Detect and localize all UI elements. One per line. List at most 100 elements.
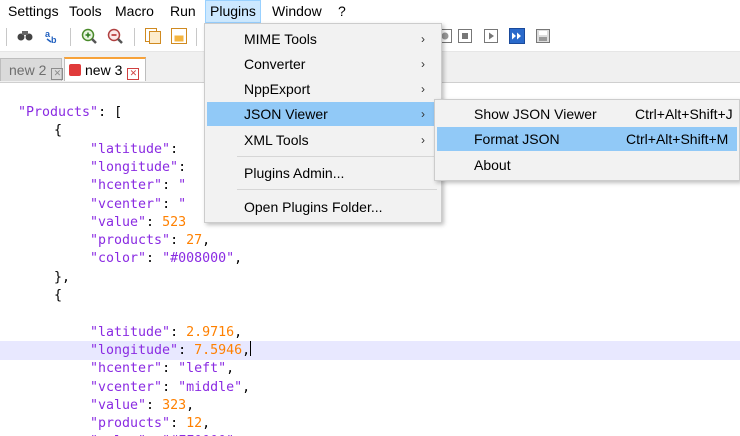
- json-key: "latitude": [90, 324, 171, 340]
- menu-item-nppexport[interactable]: NppExport ›: [207, 77, 439, 101]
- json-key: "hcenter": [90, 361, 163, 377]
- json-punctuation: ,: [186, 397, 195, 413]
- code-line[interactable]: "products": 27,: [0, 231, 740, 250]
- json-separator: :: [162, 196, 179, 212]
- close-icon[interactable]: ✕: [51, 68, 64, 80]
- menu-window[interactable]: Window: [268, 0, 326, 23]
- json-separator: :: [170, 141, 179, 157]
- json-key: "products": [90, 416, 171, 432]
- menu-item-format-json[interactable]: Format JSON Ctrl+Alt+Shift+M: [437, 127, 737, 151]
- menu-bar: Settings Tools Macro Run Plugins Window …: [0, 0, 740, 23]
- json-value: ": [178, 196, 187, 212]
- toolbar-separator: [6, 28, 7, 46]
- menu-item-converter[interactable]: Converter ›: [207, 52, 439, 76]
- json-key: "hcenter": [90, 178, 163, 194]
- json-viewer-submenu: Show JSON Viewer Ctrl+Alt+Shift+J Format…: [434, 99, 740, 181]
- sync-vertical-icon[interactable]: [144, 27, 162, 45]
- json-separator: :: [146, 397, 163, 413]
- chevron-right-icon: ›: [421, 107, 425, 121]
- menu-separator: [237, 189, 437, 190]
- menu-run[interactable]: Run: [166, 0, 200, 23]
- code-line[interactable]: "color": "#008000",: [0, 249, 740, 268]
- json-punctuation: ,: [202, 416, 211, 432]
- menu-item-json-viewer[interactable]: JSON Viewer ›: [207, 102, 439, 126]
- menu-item-show-json-viewer[interactable]: Show JSON Viewer Ctrl+Alt+Shift+J: [437, 102, 737, 126]
- tab-label: new 3: [85, 62, 123, 78]
- json-separator: :: [170, 416, 187, 432]
- json-punctuation: ,: [202, 233, 211, 249]
- menu-item-mime-tools[interactable]: MIME Tools ›: [207, 27, 439, 51]
- menu-plugins[interactable]: Plugins: [205, 0, 261, 23]
- json-separator: :: [98, 105, 115, 120]
- json-key: "color": [90, 251, 147, 267]
- menu-tools[interactable]: Tools: [65, 0, 106, 23]
- code-line[interactable]: "products": 12,: [0, 414, 740, 433]
- menu-separator: [237, 156, 437, 157]
- json-separator: :: [170, 233, 187, 249]
- code-line[interactable]: "value": 323,: [0, 396, 740, 415]
- play-macro-icon[interactable]: [482, 27, 500, 45]
- chevron-right-icon: ›: [421, 133, 425, 147]
- json-value: 2.9716: [186, 324, 235, 340]
- toolbar-separator: [134, 28, 135, 46]
- menu-help[interactable]: ?: [334, 0, 350, 23]
- menu-macro[interactable]: Macro: [111, 0, 158, 23]
- code-line[interactable]: "latitude": 2.9716,: [0, 323, 740, 342]
- code-line[interactable]: "color": "#FF0000",: [0, 432, 740, 436]
- replace-icon[interactable]: ab: [44, 27, 62, 45]
- menu-item-xml-tools[interactable]: XML Tools ›: [207, 128, 439, 152]
- json-key: "vcenter": [90, 379, 163, 395]
- sync-horizontal-icon[interactable]: [170, 27, 188, 45]
- tab-new-2[interactable]: new 2 ✕: [0, 58, 64, 81]
- json-separator: :: [162, 361, 179, 377]
- code-line[interactable]: "longitude": 7.5946,: [0, 340, 740, 360]
- close-icon[interactable]: ✕: [127, 68, 140, 80]
- json-value: 523: [162, 214, 187, 230]
- json-value: 12: [186, 416, 203, 432]
- svg-text:b: b: [51, 35, 57, 45]
- unsaved-file-icon: [69, 64, 81, 76]
- json-punctuation: ,: [242, 379, 251, 395]
- json-value: "#008000": [162, 251, 235, 267]
- text-caret: [250, 340, 252, 356]
- tab-label: new 2: [9, 62, 47, 78]
- json-key: "vcenter": [90, 196, 163, 212]
- json-key: "value": [90, 397, 147, 413]
- json-value: ": [178, 178, 187, 194]
- json-key: "longitude": [90, 159, 179, 175]
- chevron-right-icon: ›: [421, 57, 425, 71]
- zoom-out-icon[interactable]: [106, 27, 124, 45]
- json-value: 7.5946: [194, 342, 243, 358]
- code-line[interactable]: [0, 304, 740, 323]
- run-macro-multiple-icon[interactable]: [508, 27, 526, 45]
- code-line[interactable]: },: [0, 268, 740, 287]
- json-key: "products": [90, 233, 171, 249]
- menu-settings[interactable]: Settings: [4, 0, 63, 23]
- json-value: 323: [162, 397, 187, 413]
- json-punctuation: ,: [234, 251, 243, 267]
- json-separator: :: [170, 324, 187, 340]
- save-macro-icon[interactable]: [534, 27, 552, 45]
- json-value: },: [54, 269, 71, 285]
- menu-item-about[interactable]: About: [437, 153, 737, 177]
- chevron-right-icon: ›: [421, 32, 425, 46]
- json-key: "longitude": [90, 342, 179, 358]
- json-value: "middle": [178, 379, 243, 395]
- stop-recording-icon[interactable]: [456, 27, 474, 45]
- menu-item-plugins-admin[interactable]: Plugins Admin...: [207, 161, 439, 185]
- tab-new-3[interactable]: new 3 ✕: [64, 57, 146, 81]
- json-key: "value": [90, 214, 147, 230]
- toolbar-separator: [196, 28, 197, 46]
- code-line[interactable]: "vcenter": "middle",: [0, 378, 740, 397]
- code-line[interactable]: {: [0, 286, 740, 305]
- json-punctuation: ,: [226, 361, 235, 377]
- menu-item-open-plugins-folder[interactable]: Open Plugins Folder...: [207, 195, 439, 219]
- find-icon[interactable]: [16, 27, 34, 45]
- json-key: "latitude": [90, 141, 171, 157]
- json-value: 27: [186, 233, 203, 249]
- json-value: "left": [178, 361, 227, 377]
- code-line[interactable]: "hcenter": "left",: [0, 359, 740, 378]
- json-value: [: [114, 105, 123, 120]
- json-separator: :: [162, 178, 179, 194]
- zoom-in-icon[interactable]: [80, 27, 98, 45]
